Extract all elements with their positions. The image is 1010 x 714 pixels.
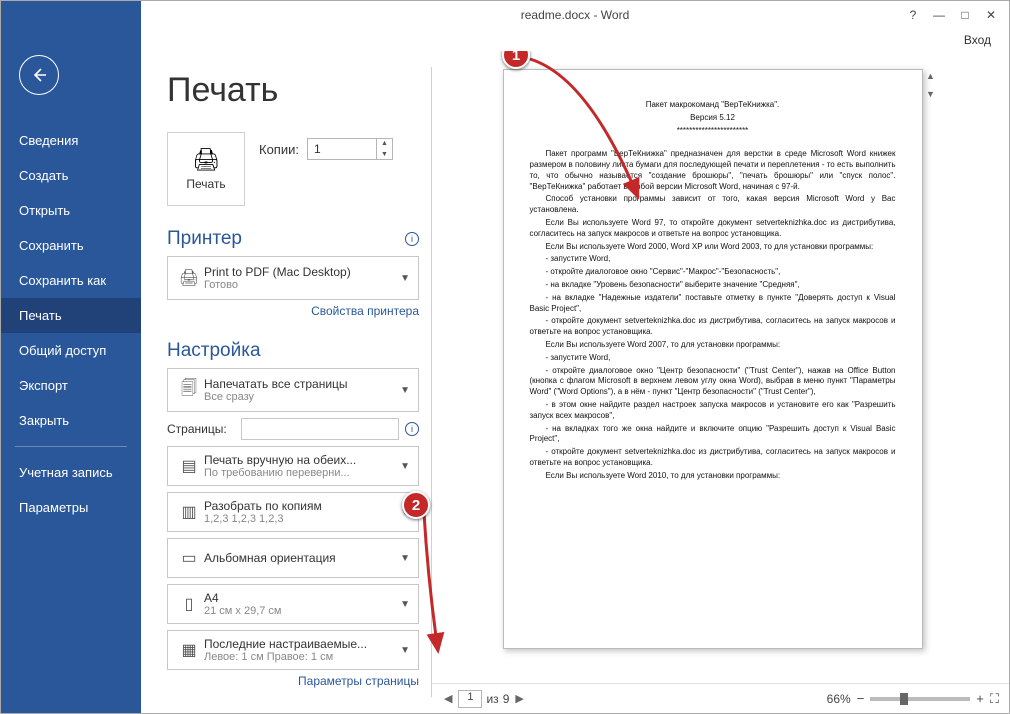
info-icon[interactable]: i <box>405 232 419 246</box>
page-number-input[interactable]: 1 <box>458 690 482 708</box>
collate-icon: ▥ <box>174 502 204 522</box>
arrow-left-icon <box>30 66 48 84</box>
prev-page-button[interactable]: ◀ <box>442 692 454 705</box>
printer-heading: Принтер <box>167 228 242 250</box>
copies-label: Копии: <box>259 142 299 157</box>
window-title: readme.docx - Word <box>521 8 630 22</box>
margins-select[interactable]: ▦ Последние настраиваемые... Левое: 1 см… <box>167 630 419 670</box>
sidebar-item-сохранить[interactable]: Сохранить <box>1 228 141 263</box>
orientation-select[interactable]: ▭ Альбомная ориентация ▼ <box>167 538 419 578</box>
printer-select[interactable]: 🖨 Print to PDF (Mac Desktop) Готово ▼ <box>167 256 419 300</box>
help-icon[interactable]: ? <box>901 5 925 25</box>
pages-input[interactable] <box>241 418 399 440</box>
printer-icon: 🖨 <box>192 147 220 173</box>
zoom-out-button[interactable]: − <box>857 691 865 706</box>
orientation-icon: ▭ <box>174 548 204 568</box>
sidebar-item-открыть[interactable]: Открыть <box>1 193 141 228</box>
fit-page-button[interactable]: ⛶ <box>990 691 999 707</box>
print-button[interactable]: 🖨 Печать <box>167 132 245 206</box>
print-button-label: Печать <box>186 177 225 191</box>
callout-badge-2: 2 <box>402 491 430 519</box>
page-icon: ▯ <box>174 594 204 614</box>
page-setup-link[interactable]: Параметры страницы <box>167 674 419 688</box>
collate-select[interactable]: ▥ Разобрать по копиям 1,2,3 1,2,3 1,2,3 … <box>167 492 419 532</box>
spin-down-icon[interactable]: ▼ <box>377 149 392 160</box>
chevron-down-icon: ▼ <box>396 553 414 564</box>
printer-name: Print to PDF (Mac Desktop) <box>204 265 396 279</box>
printer-properties-link[interactable]: Свойства принтера <box>167 304 419 318</box>
sidebar-item-создать[interactable]: Создать <box>1 158 141 193</box>
page-title: Печать <box>167 71 419 110</box>
scroll-up-icon[interactable]: ▲ <box>926 71 935 81</box>
scroll-down-icon[interactable]: ▼ <box>926 89 935 99</box>
info-icon[interactable]: i <box>405 422 419 436</box>
duplex-icon: ▤ <box>174 456 204 476</box>
preview-scrollbar[interactable]: ▲ ▼ <box>923 69 939 101</box>
sidebar-item-экспорт[interactable]: Экспорт <box>1 368 141 403</box>
printer-device-icon: 🖨 <box>174 268 204 288</box>
chevron-down-icon: ▼ <box>396 599 414 610</box>
settings-heading: Настройка <box>167 340 261 362</box>
chevron-down-icon: ▼ <box>396 645 414 656</box>
minimize-icon[interactable]: — <box>927 5 951 25</box>
sidebar-item-сведения[interactable]: Сведения <box>1 123 141 158</box>
margins-icon: ▦ <box>174 640 204 660</box>
zoom-slider[interactable] <box>870 697 970 701</box>
copies-value: 1 <box>308 142 376 156</box>
print-range-select[interactable]: 🗐 Напечатать все страницы Все сразу ▼ <box>167 368 419 412</box>
chevron-down-icon: ▼ <box>396 273 414 284</box>
sidebar-item-общий доступ[interactable]: Общий доступ <box>1 333 141 368</box>
pages-icon: 🗐 <box>174 377 204 404</box>
spin-up-icon[interactable]: ▲ <box>377 138 392 149</box>
zoom-level: 66% <box>827 692 851 706</box>
paper-size-select[interactable]: ▯ A4 21 см x 29,7 см ▼ <box>167 584 419 624</box>
signin-link[interactable]: Вход <box>964 33 991 47</box>
zoom-in-button[interactable]: + <box>976 691 984 706</box>
back-button[interactable] <box>19 55 59 95</box>
chevron-down-icon: ▼ <box>396 385 414 396</box>
pages-label: Страницы: <box>167 422 241 436</box>
duplex-select[interactable]: ▤ Печать вручную на обеих... По требован… <box>167 446 419 486</box>
backstage-sidebar: СведенияСоздатьОткрытьСохранитьСохранить… <box>1 51 141 713</box>
printer-status: Готово <box>204 279 396 291</box>
restore-icon[interactable]: □ <box>953 5 977 25</box>
next-page-button[interactable]: ▶ <box>513 692 525 705</box>
sidebar-item-параметры[interactable]: Параметры <box>1 490 141 525</box>
page-separator: из <box>486 692 498 706</box>
copies-stepper[interactable]: 1 ▲▼ <box>307 138 393 160</box>
callout-badge-1: 1 <box>502 51 530 69</box>
sidebar-item-сохранить как[interactable]: Сохранить как <box>1 263 141 298</box>
close-icon[interactable]: ✕ <box>979 5 1003 25</box>
page-total: 9 <box>503 692 510 706</box>
sidebar-item-закрыть[interactable]: Закрыть <box>1 403 141 438</box>
sidebar-item-учетная запись[interactable]: Учетная запись <box>1 455 141 490</box>
sidebar-item-печать[interactable]: Печать <box>1 298 141 333</box>
chevron-down-icon: ▼ <box>396 461 414 472</box>
